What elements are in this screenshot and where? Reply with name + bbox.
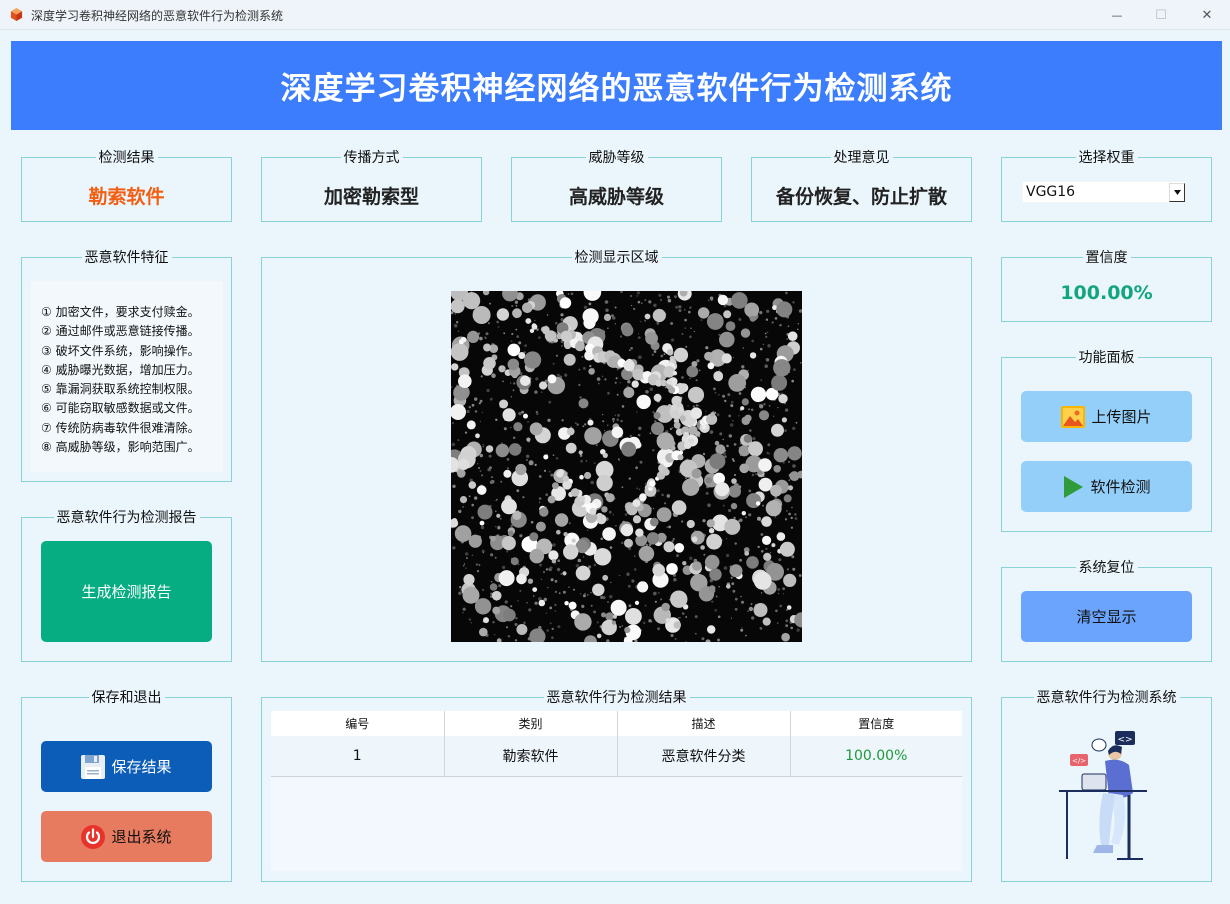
cell-category: 勒索软件 [444,736,618,777]
feature-item: ② 通过邮件或恶意链接传播。 [41,324,200,339]
malware-sample-image [451,291,802,642]
result-label: 检测结果 [95,150,158,166]
generate-report-button[interactable]: 生成检测报告 [41,541,212,642]
cell-id: 1 [271,736,445,777]
image-icon [1061,405,1086,428]
result-group: 检测结果 勒索软件 [21,150,232,222]
power-icon [81,824,106,849]
upload-image-label: 上传图片 [1091,408,1152,426]
spread-group: 传播方式 加密勒索型 [261,150,482,222]
reset-title: 系统复位 [1075,560,1138,576]
confidence-label: 置信度 [1082,250,1131,266]
feature-item: ⑦ 传统防病毒软件很难清除。 [41,420,200,435]
exit-system-button[interactable]: 退出系统 [41,811,212,862]
exit-system-label: 退出系统 [111,828,172,846]
minimize-icon: — [1111,8,1123,22]
advice-label: 处理意见 [830,150,893,166]
window-titlebar: 深度学习卷积神经网络的恶意软件行为检测系统 — ☐ ✕ [0,0,1230,30]
minimize-button[interactable]: — [1094,0,1140,30]
threat-value: 高威胁等级 [568,186,664,208]
header-banner: 深度学习卷积神经网络的恶意软件行为检测系统 [11,41,1222,130]
table-row[interactable]: 1 勒索软件 恶意软件分类 100.00% [271,736,962,777]
cell-description: 恶意软件分类 [617,736,791,777]
page-title: 深度学习卷积神经网络的恶意软件行为检测系统 [280,71,953,107]
dropdown-arrow-icon[interactable] [1169,183,1185,202]
function-panel-group: 功能面板 上传图片 软件检测 [1001,350,1212,532]
display-group: 检测显示区域 [261,250,972,662]
threat-label: 威胁等级 [585,150,648,166]
advice-value: 备份恢复、防止扩散 [775,186,947,208]
svg-text:</>: </> [1072,757,1086,765]
feature-item: ① 加密文件，要求支付赎金。 [41,305,200,319]
column-header-confidence[interactable]: 置信度 [790,711,962,736]
threat-group: 威胁等级 高威胁等级 [511,150,722,222]
confidence-value: 100.00% [1060,282,1153,304]
feature-item: ⑥ 可能窃取敏感数据或文件。 [41,401,200,416]
reset-group: 系统复位 清空显示 [1001,560,1212,662]
branding-group: 恶意软件行为检测系统 <> </> [1001,690,1212,882]
results-group: 恶意软件行为检测结果 编号 类别 描述 置信度 1 勒索软件 恶意软件分类 10… [261,690,972,882]
feature-item: ③ 破坏文件系统，影响操作。 [41,343,200,358]
save-results-label: 保存结果 [111,758,172,776]
close-window-button[interactable]: ✕ [1184,0,1230,30]
column-header-category[interactable]: 类别 [444,711,618,736]
save-exit-title: 保存和退出 [88,690,165,706]
feature-item: ⑧ 高威胁等级，影响范围广。 [41,440,200,455]
weights-label: 选择权重 [1075,150,1138,166]
window-title: 深度学习卷积神经网络的恶意软件行为检测系统 [31,9,284,23]
feature-item: ⑤ 靠漏洞获取系统控制权限。 [41,382,200,397]
features-list: ① 加密文件，要求支付赎金。 ② 通过邮件或恶意链接传播。 ③ 破坏文件系统，影… [31,281,223,472]
cell-confidence: 100.00% [790,736,962,777]
feature-item: ④ 威胁曝光数据，增加压力。 [41,362,200,377]
report-group: 恶意软件行为检测报告 生成检测报告 [21,510,232,662]
clear-display-label: 清空显示 [1076,608,1137,626]
function-panel-title: 功能面板 [1075,350,1138,366]
branding-title: 恶意软件行为检测系统 [1033,690,1180,706]
close-icon: ✕ [1201,7,1213,23]
weights-selected-value: VGG16 [1026,184,1076,200]
advice-group: 处理意见 备份恢复、防止扩散 [751,150,972,222]
detect-label: 软件检测 [1090,478,1151,496]
detect-button[interactable]: 软件检测 [1021,461,1192,512]
weights-group: 选择权重 VGG16 [1001,150,1212,222]
floppy-disk-icon [81,754,106,779]
svg-text:<>: <> [1117,735,1132,745]
developer-illustration: <> </> [1059,731,1147,860]
features-title: 恶意软件特征 [81,250,172,266]
save-exit-group: 保存和退出 保存结果 退出系统 [21,690,232,882]
column-header-description[interactable]: 描述 [617,711,791,736]
display-title: 检测显示区域 [571,250,662,266]
report-title: 恶意软件行为检测报告 [53,510,200,526]
results-table-container: 编号 类别 描述 置信度 1 勒索软件 恶意软件分类 100.00% [271,711,962,871]
results-title: 恶意软件行为检测结果 [543,690,690,706]
spread-label: 传播方式 [340,150,403,166]
spread-value: 加密勒索型 [323,186,419,208]
clear-display-button[interactable]: 清空显示 [1021,591,1192,642]
maximize-button[interactable]: ☐ [1138,0,1184,30]
play-icon [1062,475,1084,499]
weights-select[interactable]: VGG16 [1022,181,1186,203]
save-results-button[interactable]: 保存结果 [41,741,212,792]
confidence-group: 置信度 100.00% [1001,250,1212,322]
app-cube-icon [10,8,23,21]
upload-image-button[interactable]: 上传图片 [1021,391,1192,442]
table-header-row: 编号 类别 描述 置信度 [271,711,962,736]
result-value: 勒索软件 [88,186,165,208]
column-header-id[interactable]: 编号 [271,711,445,736]
generate-report-label: 生成检测报告 [81,583,172,601]
results-table: 编号 类别 描述 置信度 1 勒索软件 恶意软件分类 100.00% [271,711,962,777]
features-group: 恶意软件特征 ① 加密文件，要求支付赎金。 ② 通过邮件或恶意链接传播。 ③ 破… [21,250,232,482]
maximize-icon: ☐ [1155,7,1167,23]
